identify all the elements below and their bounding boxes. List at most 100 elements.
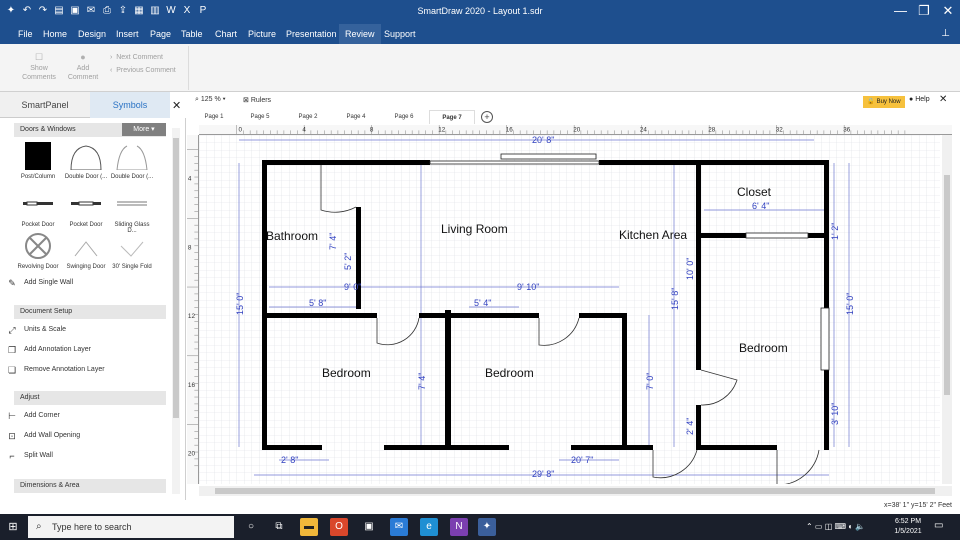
taskbar-search[interactable]: ⌕ Type here to search xyxy=(28,516,234,538)
start-icon[interactable]: ⊞ xyxy=(6,520,20,534)
page-tab[interactable]: Page 4 xyxy=(333,110,379,124)
room-label-bathroom: Bathroom xyxy=(266,229,318,243)
menu-page[interactable]: Page xyxy=(144,24,177,44)
add-page-icon[interactable]: + xyxy=(481,111,493,123)
horizontal-scrollbar[interactable] xyxy=(199,486,952,496)
vertical-scrollbar[interactable] xyxy=(942,135,952,484)
page-tab[interactable]: Page 5 xyxy=(237,110,283,124)
window xyxy=(500,153,597,160)
close-panel-icon[interactable]: ✕ xyxy=(172,99,181,112)
symbol-pocket-door-2[interactable]: Pocket Door xyxy=(64,190,108,228)
menu-review[interactable]: Review xyxy=(339,24,381,44)
more-button[interactable]: More ▾ xyxy=(122,123,166,136)
units-scale-button[interactable]: ⤢ Units & Scale xyxy=(8,324,66,336)
buy-now-button[interactable]: 🔒 Buy Now xyxy=(863,96,905,108)
zoom-control[interactable]: ⌕ 125 % ▾ xyxy=(195,96,226,104)
document-setup-header[interactable]: Document Setup xyxy=(14,305,166,319)
close-document-icon[interactable]: ✕ xyxy=(939,94,947,105)
symbol-post-column[interactable]: Post/Column xyxy=(16,142,60,180)
page-tab-active[interactable]: Page 7 xyxy=(429,110,475,124)
scrollbar-thumb[interactable] xyxy=(173,138,179,418)
rulers-label: Rulers xyxy=(250,97,272,104)
store-icon[interactable]: ▣ xyxy=(360,518,378,536)
add-annotation-layer-button[interactable]: ❐ Add Annotation Layer xyxy=(8,344,91,356)
single-fold-icon xyxy=(120,241,144,257)
symbol-swinging-door[interactable]: Swinging Door xyxy=(64,232,108,270)
ruler-ticks xyxy=(236,125,906,134)
symbol-double-door-1[interactable]: Double Door (... xyxy=(64,142,108,180)
remove-annotation-layer-button[interactable]: ❏ Remove Annotation Layer xyxy=(8,364,105,376)
smartdraw-taskbar-icon[interactable]: ✦ xyxy=(478,518,496,536)
search-icon: ⌕ xyxy=(36,521,42,532)
file-explorer-icon[interactable]: ▬ xyxy=(300,518,318,536)
task-view-icon[interactable]: ⧉ xyxy=(270,518,288,536)
scrollbar-thumb[interactable] xyxy=(944,175,950,395)
previous-comment-button[interactable]: ‹ Previous Comment xyxy=(110,67,176,74)
wall xyxy=(445,310,451,450)
dimensions-area-header[interactable]: Dimensions & Area xyxy=(14,479,166,493)
office-icon[interactable]: O xyxy=(330,518,348,536)
dimension-label: 9' 10" xyxy=(517,282,539,292)
add-single-wall-button[interactable]: ✎ Add Single Wall xyxy=(8,277,73,289)
page-tab[interactable]: Page 1 xyxy=(191,110,237,124)
room-label-bedroom: Bedroom xyxy=(739,341,788,355)
symbol-single-fold[interactable]: 30' Single Fold xyxy=(110,232,154,270)
close-icon[interactable]: ✕ xyxy=(942,3,954,19)
scrollbar-thumb[interactable] xyxy=(215,488,935,494)
maximize-icon[interactable]: ❐ xyxy=(918,3,930,19)
ruler-label: 32 xyxy=(776,126,784,133)
symbol-pocket-door-1[interactable]: Pocket Door xyxy=(16,190,60,228)
dimension-label: 7' 4" xyxy=(328,233,338,250)
rulers-toggle[interactable]: ⊠ Rulers xyxy=(243,96,271,104)
cursor-coordinates: x=38' 1" y=15' 2" Feet xyxy=(884,502,952,509)
floor-plan-canvas[interactable]: Bathroom Living Room Kitchen Area Closet… xyxy=(199,135,940,484)
split-wall-button[interactable]: ⌐ Split Wall xyxy=(9,450,53,462)
show-comments-button[interactable]: ☐ Show Comments xyxy=(16,52,62,82)
menu-home[interactable]: Home xyxy=(37,24,73,44)
wall xyxy=(384,445,509,450)
panel-scrollbar[interactable] xyxy=(172,128,180,494)
system-tray[interactable]: ⌃ ▭ ◫ ⌨ ◐ 🔈 xyxy=(806,522,865,531)
symbol-double-door-2[interactable]: Double Door (... xyxy=(110,142,154,180)
help-label: Help xyxy=(915,96,930,103)
menu-table[interactable]: Table xyxy=(175,24,209,44)
add-wall-opening-button[interactable]: ⊡ Add Wall Opening xyxy=(8,430,80,442)
menu-insert[interactable]: Insert xyxy=(110,24,145,44)
menu-chart[interactable]: Chart xyxy=(209,24,243,44)
tab-smartpanel[interactable]: SmartPanel xyxy=(0,92,90,118)
menu-presentation[interactable]: Presentation xyxy=(280,24,343,44)
symbol-sliding-glass-door[interactable]: Sliding Glass D... xyxy=(110,190,154,234)
next-comment-label: Next Comment xyxy=(116,54,163,61)
mail-icon[interactable]: ✉ xyxy=(390,518,408,536)
page-tabs: Page 1 Page 5 Page 2 Page 4 Page 6 Page … xyxy=(187,110,960,124)
tab-symbols[interactable]: Symbols xyxy=(90,92,170,118)
taskbar-clock[interactable]: 6:52 PM 1/5/2021 xyxy=(888,517,928,537)
minimize-icon[interactable]: — xyxy=(894,3,907,19)
add-corner-button[interactable]: ⊢ Add Corner xyxy=(8,410,60,422)
add-comment-button[interactable]: ● Add Comment xyxy=(60,52,106,82)
symbol-revolving-door[interactable]: Revolving Door xyxy=(16,232,60,270)
menu-picture[interactable]: Picture xyxy=(242,24,282,44)
help-button[interactable]: ● Help xyxy=(909,96,930,103)
adjust-header[interactable]: Adjust xyxy=(14,391,166,405)
edge-icon[interactable]: e xyxy=(420,518,438,536)
dimension-label: 7' 0" xyxy=(645,373,655,390)
ruler-label: 0 xyxy=(238,126,242,133)
menu-design[interactable]: Design xyxy=(72,24,112,44)
previous-comment-label: Previous Comment xyxy=(116,67,176,74)
onenote-icon[interactable]: N xyxy=(450,518,468,536)
sliding-door-icon xyxy=(117,201,147,206)
menu-file[interactable]: File xyxy=(12,24,39,44)
canvas-area: ⌕ 125 % ▾ ⊠ Rulers 🔒 Buy Now ● Help ✕ Pa… xyxy=(187,92,960,500)
next-comment-button[interactable]: › Next Comment xyxy=(110,54,163,61)
dimension-label: 15' 0" xyxy=(845,293,855,315)
page-tab[interactable]: Page 6 xyxy=(381,110,427,124)
cortana-icon[interactable]: ○ xyxy=(242,518,260,536)
menu-support[interactable]: Support xyxy=(378,24,422,44)
add-corner-label: Add Corner xyxy=(24,412,60,419)
pin-ribbon-icon[interactable]: ⊥ xyxy=(941,28,950,39)
ribbon-divider xyxy=(188,46,189,90)
notification-icon[interactable]: ▭ xyxy=(934,520,943,531)
page-tab[interactable]: Page 2 xyxy=(285,110,331,124)
symbol-label: Revolving Door xyxy=(17,264,59,270)
